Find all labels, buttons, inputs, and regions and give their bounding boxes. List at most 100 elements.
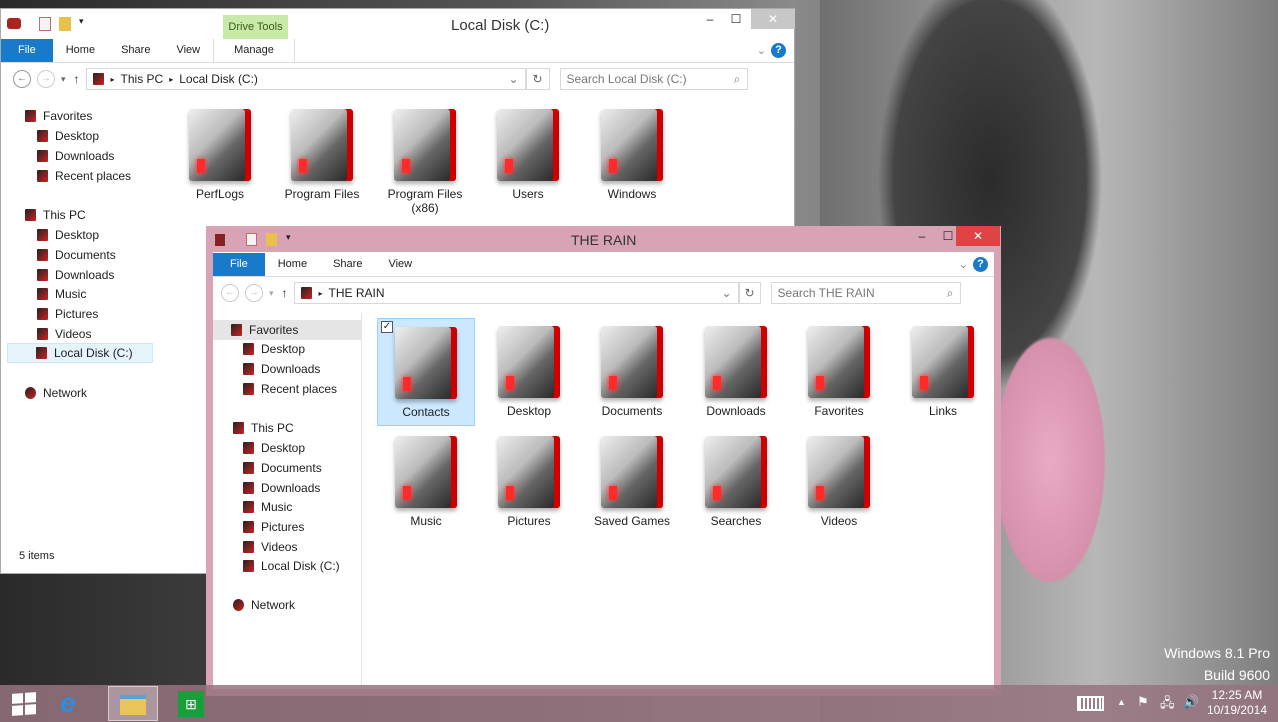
address-dropdown-icon[interactable]: ⌄ [721, 286, 731, 300]
folder-downloads[interactable]: Downloads [686, 326, 786, 418]
folder-contacts[interactable]: ✓ Contacts [377, 318, 475, 426]
sidebar-item-documents[interactable]: Documents [261, 461, 322, 475]
title-bar[interactable]: ▾ THE RAIN – ☐ ✕ [206, 226, 1001, 252]
breadcrumb-this-pc[interactable]: This PC [121, 72, 164, 86]
folder-music[interactable]: Music [376, 436, 476, 528]
expand-ribbon-icon[interactable]: ⌄ [959, 258, 968, 271]
folder-links[interactable]: Links [893, 326, 993, 418]
folder-favorites[interactable]: Favorites [789, 326, 889, 418]
sidebar-item-pictures[interactable]: Pictures [261, 520, 304, 534]
address-bar[interactable]: ▸ This PC ▸ Local Disk (C:) ⌄ [85, 68, 526, 90]
sidebar-item-videos[interactable]: Videos [55, 327, 91, 341]
sidebar-item-favorites[interactable]: Favorites [43, 109, 92, 123]
action-center-flag-icon[interactable]: ⚑ [1137, 694, 1149, 710]
volume-icon[interactable]: 🔊 [1183, 694, 1199, 710]
search-box[interactable]: Search THE RAIN ⌕ [770, 282, 961, 304]
folder-windows[interactable]: Windows [582, 109, 682, 201]
breadcrumb-local-disk[interactable]: Local Disk (C:) [179, 72, 258, 86]
clock-date: 10/19/2014 [1206, 703, 1268, 717]
customize-qat-icon[interactable]: ▾ [286, 232, 291, 243]
tab-file[interactable]: File [1, 39, 53, 62]
sidebar-item-local-disk[interactable]: Local Disk (C:) [54, 346, 133, 360]
sidebar-item-pictures[interactable]: Pictures [55, 307, 98, 321]
help-icon[interactable]: ? [771, 43, 786, 58]
sidebar-item-documents[interactable]: Documents [55, 248, 116, 262]
sidebar-item-music[interactable]: Music [261, 500, 292, 514]
tab-view[interactable]: View [163, 39, 213, 62]
new-folder-icon[interactable] [266, 233, 277, 246]
folder-searches[interactable]: Searches [686, 436, 786, 528]
sidebar-item-desktop[interactable]: Desktop [261, 342, 305, 356]
folder-program-files[interactable]: Program Files [272, 109, 372, 201]
up-button[interactable]: ↑ [74, 72, 80, 86]
store-icon[interactable]: ⊞ [178, 691, 204, 717]
tab-manage[interactable]: Manage [213, 39, 295, 62]
address-dropdown-icon[interactable]: ⌄ [508, 72, 518, 86]
folder-pictures[interactable]: Pictures [479, 436, 579, 528]
recent-locations-icon[interactable]: ▾ [269, 288, 274, 299]
clock[interactable]: 12:25 AM 10/19/2014 [1204, 688, 1270, 718]
breadcrumb-the-rain[interactable]: THE RAIN [329, 286, 385, 300]
properties-icon[interactable] [39, 17, 51, 31]
refresh-button[interactable]: ↻ [738, 282, 761, 304]
maximize-button[interactable]: ☐ [723, 9, 749, 29]
sidebar-item-desktop[interactable]: Desktop [55, 129, 99, 143]
folder-saved-games[interactable]: Saved Games [582, 436, 682, 528]
forward-button[interactable]: → [37, 70, 55, 88]
tab-file[interactable]: File [213, 253, 265, 276]
new-folder-icon[interactable] [59, 17, 71, 31]
forward-button[interactable]: → [245, 284, 263, 302]
help-icon[interactable]: ? [973, 257, 988, 272]
sidebar-item-desktop[interactable]: Desktop [261, 441, 305, 455]
minimize-button[interactable]: – [909, 226, 935, 246]
search-icon: ⌕ [733, 71, 741, 86]
sidebar-item-music[interactable]: Music [55, 287, 86, 301]
internet-explorer-icon[interactable]: e [60, 689, 76, 717]
show-hidden-icons-button[interactable]: ▲ [1117, 697, 1126, 707]
close-button[interactable]: ✕ [751, 9, 795, 29]
tab-share[interactable]: Share [320, 253, 375, 276]
refresh-button[interactable]: ↻ [525, 68, 550, 90]
up-button[interactable]: ↑ [282, 286, 288, 300]
network-status-icon[interactable]: 🖧 [1160, 694, 1175, 716]
expand-ribbon-icon[interactable]: ⌄ [757, 44, 766, 57]
selection-checkbox[interactable]: ✓ [381, 321, 393, 333]
sidebar-item-local-disk[interactable]: Local Disk (C:) [261, 559, 340, 573]
sidebar-item-downloads[interactable]: Downloads [261, 481, 320, 495]
file-explorer-button[interactable] [108, 686, 158, 721]
folder-program-files-x86[interactable]: Program Files (x86) [375, 109, 475, 215]
touch-keyboard-icon[interactable] [1077, 696, 1104, 711]
sidebar-item-desktop[interactable]: Desktop [55, 228, 99, 242]
sidebar-item-downloads[interactable]: Downloads [261, 362, 320, 376]
folder-desktop[interactable]: Desktop [479, 326, 579, 418]
tab-share[interactable]: Share [108, 39, 163, 62]
sidebar-item-recent-places[interactable]: Recent places [55, 169, 131, 183]
sidebar-item-network[interactable]: Network [43, 386, 87, 400]
sidebar-item-recent-places[interactable]: Recent places [261, 382, 337, 396]
customize-qat-icon[interactable]: ▾ [79, 16, 84, 27]
folder-videos[interactable]: Videos [789, 436, 889, 528]
folder-documents[interactable]: Documents [582, 326, 682, 418]
properties-icon[interactable] [246, 233, 257, 246]
sidebar-item-favorites[interactable]: Favorites [249, 323, 298, 337]
search-box[interactable]: Search Local Disk (C:) ⌕ [559, 68, 748, 90]
sidebar-item-downloads[interactable]: Downloads [55, 149, 114, 163]
tab-home[interactable]: Home [53, 39, 108, 62]
sidebar-item-downloads[interactable]: Downloads [55, 268, 114, 282]
folder-perflogs[interactable]: PerfLogs [170, 109, 270, 201]
tab-home[interactable]: Home [265, 253, 320, 276]
sidebar-item-videos[interactable]: Videos [261, 540, 297, 554]
tab-view[interactable]: View [375, 253, 425, 276]
address-bar[interactable]: ▸ THE RAIN ⌄ [293, 282, 739, 304]
back-button[interactable]: ← [221, 284, 239, 302]
start-icon[interactable] [12, 692, 36, 716]
sidebar-item-this-pc[interactable]: This PC [251, 421, 294, 435]
sidebar-item-network[interactable]: Network [251, 598, 295, 612]
sidebar-item-this-pc[interactable]: This PC [43, 208, 86, 222]
minimize-button[interactable]: – [697, 9, 723, 29]
close-button[interactable]: ✕ [956, 226, 1000, 246]
recent-locations-icon[interactable]: ▾ [61, 74, 66, 85]
folder-users[interactable]: Users [478, 109, 578, 201]
back-button[interactable]: ← [13, 70, 31, 88]
title-bar[interactable]: ▾ Drive Tools Local Disk (C:) – ☐ ✕ [1, 9, 795, 39]
